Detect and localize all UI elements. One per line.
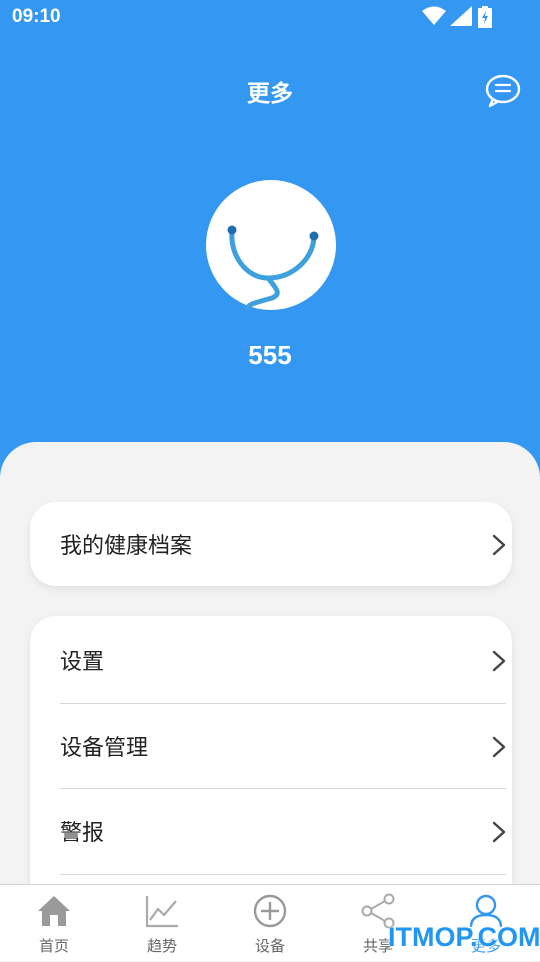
tab-home[interactable]: 首页 xyxy=(0,885,108,961)
health-record-label: 我的健康档案 xyxy=(60,534,193,559)
signal-icon xyxy=(450,6,472,26)
menu-item-device-management[interactable]: 设备管理 xyxy=(60,704,506,790)
chevron-right-icon xyxy=(492,821,506,843)
tab-trends[interactable]: 趋势 xyxy=(108,885,216,961)
battery-icon xyxy=(478,6,492,28)
wifi-icon xyxy=(422,6,446,25)
tab-label: 设备 xyxy=(254,937,285,955)
tab-label: 趋势 xyxy=(146,937,177,955)
username: 555 xyxy=(248,340,292,370)
tab-label: 首页 xyxy=(38,937,69,955)
health-record-row[interactable]: 我的健康档案 xyxy=(60,502,506,588)
home-icon xyxy=(38,896,70,926)
avatar[interactable] xyxy=(206,180,336,311)
chevron-right-icon xyxy=(492,534,506,556)
page-title: 更多 xyxy=(247,81,293,107)
tab-devices[interactable]: 设备 xyxy=(216,885,324,961)
chevron-right-icon xyxy=(492,650,506,672)
menu-item-label: 设置 xyxy=(60,650,105,675)
trend-icon xyxy=(145,896,178,928)
divider xyxy=(60,874,506,875)
watermark: ITMOP.COM xyxy=(388,922,540,952)
status-bar: 09:10 xyxy=(0,0,540,36)
stethoscope-icon xyxy=(227,225,319,311)
menu-item-label: 警报 xyxy=(60,821,105,846)
menu-item-alerts[interactable]: 警报 xyxy=(60,789,506,875)
menu-item-settings[interactable]: 设置 xyxy=(60,618,506,704)
plus-circle-icon xyxy=(253,894,287,928)
status-time: 09:10 xyxy=(12,6,61,27)
settings-menu: 设置 设备管理 警报 xyxy=(30,616,512,916)
health-record-item[interactable]: 我的健康档案 xyxy=(30,502,512,586)
menu-item-label: 设备管理 xyxy=(60,736,149,761)
chevron-right-icon xyxy=(492,736,506,758)
message-icon[interactable] xyxy=(484,72,522,110)
